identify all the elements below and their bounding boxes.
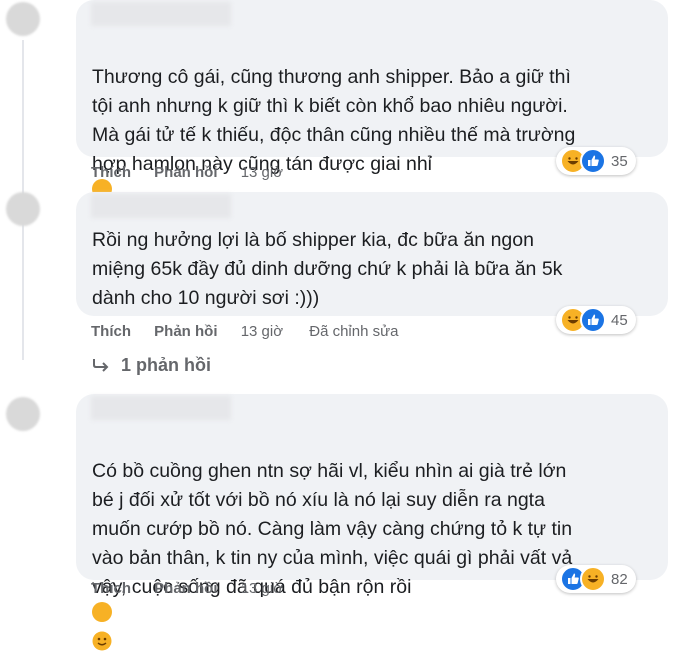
reaction-count: 35: [611, 152, 628, 170]
like-button[interactable]: Thích: [91, 164, 131, 181]
view-replies-button[interactable]: 1 phản hồi: [92, 355, 211, 376]
reaction-summary[interactable]: 82: [556, 565, 636, 593]
reaction-count: 45: [611, 311, 628, 329]
slightly-smiling-emoji: [92, 602, 112, 651]
comment-text: Rồi ng hưởng lợi là bố shipper kia, đc b…: [92, 229, 563, 309]
reaction-summary[interactable]: 35: [556, 147, 636, 175]
comment-timestamp[interactable]: 13 giờ: [241, 323, 283, 340]
comment-timestamp[interactable]: 13 giờ: [241, 580, 283, 597]
reply-button[interactable]: Phản hồi: [154, 323, 217, 340]
blurred-author-name: [91, 2, 231, 26]
like-button[interactable]: Thích: [91, 323, 131, 340]
comment-timestamp[interactable]: 13 giờ: [241, 164, 283, 181]
like-reaction-icon: [580, 148, 606, 174]
comment-actions: Thích Phản hồi 13 giờ: [91, 580, 305, 597]
replies-count-label: 1 phản hồi: [121, 355, 212, 375]
comment-actions: Thích Phản hồi 13 giờ: [91, 164, 305, 181]
avatar[interactable]: [6, 2, 40, 36]
blurred-author-name: [91, 396, 231, 420]
comment-bubble: Có bồ cuồng ghen ntn sợ hãi vl, kiểu nhì…: [76, 394, 668, 651]
avatar[interactable]: [6, 397, 40, 431]
reply-button[interactable]: Phản hồi: [154, 580, 217, 597]
haha-reaction-icon: [580, 566, 606, 592]
reaction-count: 82: [611, 570, 628, 588]
blurred-author-name: [91, 194, 231, 218]
comment-bubble: Thương cô gái, cũng thương anh shipper. …: [76, 0, 668, 228]
comment-text: Có bồ cuồng ghen ntn sợ hãi vl, kiểu nhì…: [92, 428, 648, 657]
comment-actions: Thích Phản hồi 13 giờ Đã chỉnh sửa: [91, 323, 399, 340]
reaction-summary[interactable]: 45: [556, 306, 636, 334]
like-button[interactable]: Thích: [91, 580, 131, 597]
edited-label[interactable]: Đã chỉnh sửa: [309, 323, 398, 340]
reply-arrow-icon: [92, 355, 121, 375]
avatar[interactable]: [6, 192, 40, 226]
reply-button[interactable]: Phản hồi: [154, 164, 217, 181]
comment-bubble: Rồi ng hưởng lợi là bố shipper kia, đc b…: [76, 192, 668, 316]
like-reaction-icon: [580, 307, 606, 333]
